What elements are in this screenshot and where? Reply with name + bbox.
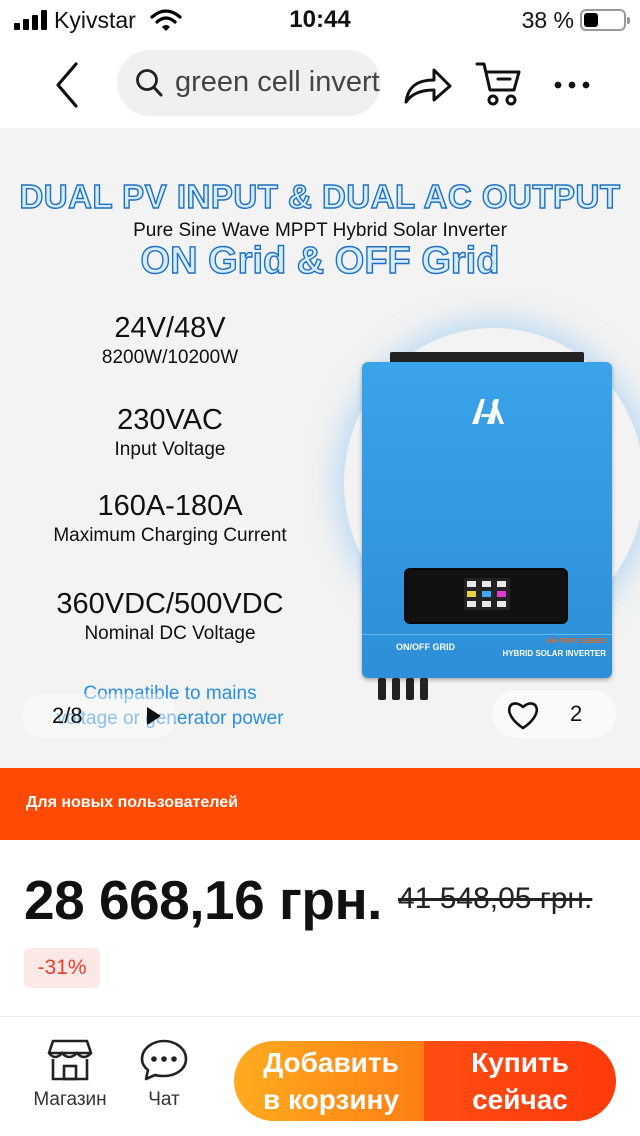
spec-label: Maximum Charging Current: [53, 525, 287, 546]
add-to-cart-line: в корзину: [262, 1084, 400, 1115]
device-connectors: [376, 678, 436, 702]
battery-level: [584, 13, 598, 27]
store-tab[interactable]: Магазин: [24, 1039, 116, 1119]
buy-now-line: сейчас: [472, 1084, 568, 1115]
play-icon[interactable]: [146, 706, 162, 726]
share-icon[interactable]: [400, 62, 454, 110]
chat-tab-label: Чат: [148, 1089, 180, 1110]
headline-grid: ON Grid & OFF Grid: [140, 239, 500, 282]
promo-text: Для новых пользователей: [26, 794, 238, 811]
spec-value: 360VDC/500VDC: [56, 588, 284, 620]
chat-icon: [140, 1039, 188, 1081]
device-label-right: HYBRID SOLAR INVERTER: [502, 649, 606, 658]
device-display: [404, 568, 568, 624]
add-to-cart-line: Добавить: [263, 1047, 399, 1078]
spec-value: 230VAC: [117, 404, 223, 436]
search-icon: [136, 69, 163, 97]
spec-item: 360VDC/500VDC Nominal DC Voltage: [20, 588, 320, 645]
slide-counter[interactable]: 2/8: [22, 694, 176, 738]
discount-badge: -31%: [24, 948, 100, 988]
nav-bar: green cell inverter: [0, 44, 640, 128]
headline-subtitle: Pure Sine Wave MPPT Hybrid Solar Inverte…: [133, 220, 507, 241]
device-series-label: EH-TRPO SERIES: [546, 638, 606, 645]
spec-value: 24V/48V: [114, 312, 226, 344]
battery-icon: [580, 9, 630, 31]
heart-icon: [507, 702, 539, 730]
lcd-panel: [464, 578, 510, 610]
like-button[interactable]: 2: [492, 690, 616, 738]
back-icon[interactable]: [44, 60, 94, 110]
new-user-banner[interactable]: Для новых пользователей: [0, 768, 640, 840]
like-count: 2: [570, 701, 583, 726]
spec-item: 230VAC Input Voltage: [20, 404, 320, 461]
current-price: 28 668,16 грн.: [24, 869, 382, 931]
spec-label: Nominal DC Voltage: [84, 623, 256, 644]
status-bar: Kyivstar 10:44 38 %: [0, 0, 640, 44]
headline-dual-pv: DUAL PV INPUT & DUAL AC OUTPUT: [19, 177, 621, 215]
spec-item: 160A-180A Maximum Charging Current: [20, 490, 320, 547]
spec-value: 160A-180A: [97, 490, 243, 522]
battery-percent: 38 %: [521, 7, 574, 33]
bottom-action-bar: Магазин Чат Добавить в корзину Купить се…: [0, 1016, 640, 1136]
spec-label: Input Voltage: [114, 439, 226, 460]
spec-label: 8200W/10200W: [101, 347, 239, 368]
search-input[interactable]: green cell inverter: [117, 50, 381, 116]
spec-item: 24V/48V 8200W/10200W: [20, 312, 320, 369]
slide-counter-text: 2/8: [52, 703, 83, 728]
brand-logo-icon: [472, 399, 504, 424]
old-price: 41 548,05 грн.: [398, 882, 593, 915]
search-query: green cell inverter: [175, 66, 381, 98]
cart-icon[interactable]: [474, 58, 524, 108]
product-image-gallery[interactable]: DUAL PV INPUT & DUAL AC OUTPUT Pure Sine…: [0, 128, 640, 768]
device-label-strip: ON/OFF GRID EH-TRPO SERIES HYBRID SOLAR …: [362, 634, 612, 662]
more-icon[interactable]: [552, 70, 592, 100]
buy-now-button[interactable]: Купить сейчас: [424, 1041, 616, 1121]
buy-now-line: Купить: [471, 1047, 569, 1078]
add-to-cart-button[interactable]: Добавить в корзину: [234, 1041, 428, 1121]
store-icon: [47, 1039, 93, 1081]
chat-tab[interactable]: Чат: [128, 1039, 200, 1119]
device-label-left: ON/OFF GRID: [396, 642, 455, 652]
store-tab-label: Магазин: [33, 1089, 107, 1110]
